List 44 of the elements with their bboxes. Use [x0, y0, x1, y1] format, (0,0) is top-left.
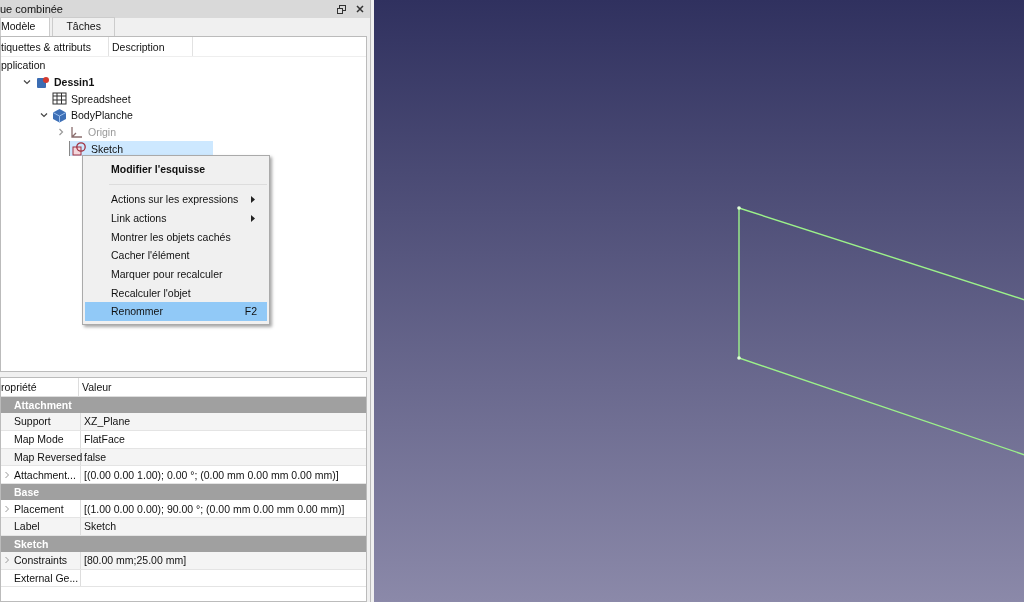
float-icon[interactable]: [337, 4, 346, 14]
sketch-icon: [72, 141, 87, 157]
menu-item[interactable]: Marquer pour recalculer: [83, 264, 269, 284]
property-name: Label: [14, 520, 40, 533]
menu-item[interactable]: Cacher l'élément: [83, 246, 269, 265]
menu-item[interactable]: Link actions: [83, 208, 269, 228]
menu-item[interactable]: Renommer F2: [85, 302, 267, 321]
column-header[interactable]: Description: [109, 37, 193, 56]
menu-item[interactable]: Montrer les objets cachés: [83, 227, 269, 247]
grid-icon: [52, 91, 67, 107]
property-value[interactable]: [(1.00 0.00 0.00); 90.00 °; (0.00 mm 0.00 mm 0.00 mm)]: [84, 502, 345, 515]
menu-item[interactable]: Actions sur les expressions: [83, 190, 269, 209]
submenu-arrow-icon: [251, 195, 255, 203]
cube-icon: [52, 107, 67, 123]
submenu-arrow-icon: [251, 214, 255, 222]
tree-item[interactable]: Dessin1: [54, 76, 95, 89]
property-name: Map Mode: [14, 433, 64, 446]
property-name: Map Reversed: [14, 451, 83, 463]
column-header[interactable]: tiquettes & attributs: [1, 37, 109, 56]
document-icon: [35, 74, 50, 90]
property-name: External Ge...: [14, 571, 79, 584]
panel-title: ue combinée: [0, 3, 63, 15]
tree-item[interactable]: Spreadsheet: [71, 92, 131, 105]
property-value[interactable]: FlatFace: [84, 433, 125, 446]
column-header[interactable]: ropriété: [1, 378, 79, 396]
menu-item[interactable]: Recalculer l'objet: [83, 283, 269, 303]
property-value[interactable]: XZ_Plane: [84, 415, 131, 428]
property-name: Placement: [14, 502, 64, 515]
axes-icon: [69, 124, 84, 140]
tab[interactable]: Tâches: [52, 17, 115, 36]
property-value[interactable]: false: [84, 451, 107, 463]
tree-item[interactable]: pplication: [1, 59, 46, 72]
property-value[interactable]: [80.00 mm;25.00 mm]: [84, 554, 187, 567]
close-icon[interactable]: [356, 5, 364, 13]
tab[interactable]: Modèle: [0, 17, 51, 36]
tree-item[interactable]: BodyPlanche: [71, 109, 133, 122]
column-header[interactable]: Valeur: [79, 378, 112, 396]
tree-item[interactable]: Sketch: [91, 142, 124, 155]
property-name: Attachment...: [14, 468, 76, 481]
property-name: Constraints: [14, 554, 68, 567]
property-value[interactable]: Sketch: [84, 520, 117, 533]
property-value[interactable]: [(0.00 0.00 1.00); 0.00 °; (0.00 mm 0.00 mm 0.00 mm)]: [84, 468, 339, 481]
property-name: Support: [14, 415, 51, 428]
menu-item[interactable]: Modifier l'esquisse: [83, 159, 269, 179]
